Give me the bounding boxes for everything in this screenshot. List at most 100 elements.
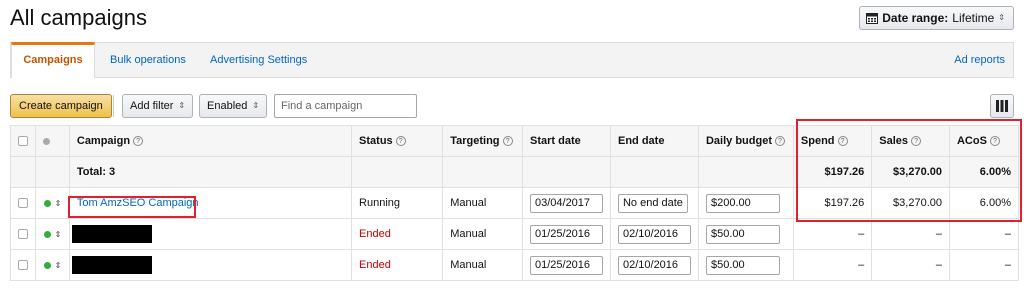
columns-icon [996, 100, 1008, 112]
daily-budget-input[interactable]: $200.00 [705, 193, 780, 213]
targeting-cell: Manual [442, 249, 523, 281]
end-date-cell: 02/10/2016 [609, 249, 699, 281]
targeting-cell: Manual [442, 218, 523, 250]
toolbar: Create campaign Add filter ⇕ Enabled ⇕ [10, 93, 1014, 119]
calendar-icon [866, 13, 879, 24]
date-range-label: Date range: [882, 11, 949, 25]
updown-icon: ⇕ [178, 101, 186, 110]
start-date-input[interactable]: 01/25/2016 [529, 255, 603, 275]
status-cell: Running [351, 187, 444, 219]
daily-budget-input[interactable]: $50.00 [705, 255, 780, 275]
tab-ad-reports[interactable]: Ad reports [954, 43, 1005, 78]
header-start-date[interactable]: Start date [521, 125, 611, 157]
campaign-name-cell [68, 249, 353, 281]
add-filter-label: Add filter [130, 100, 174, 112]
total-cell-empty [351, 156, 444, 188]
date-range-button[interactable]: Date range: Lifetime ⇕ [859, 6, 1014, 30]
enabled-dot-icon [43, 230, 51, 238]
header-status[interactable]: Status? [351, 125, 444, 157]
add-filter-button[interactable]: Add filter ⇕ [122, 94, 194, 118]
columns-button[interactable] [990, 94, 1014, 118]
tab-bulk-operations[interactable]: Bulk operations [110, 43, 186, 78]
updown-icon: ⇕ [252, 101, 260, 110]
end-date-cell: 02/10/2016 [609, 218, 699, 250]
header-end-date[interactable]: End date [609, 125, 699, 157]
header-campaign-label: Campaign [76, 135, 131, 147]
header-campaign[interactable]: Campaign? [68, 125, 353, 157]
daily-budget-input[interactable]: $50.00 [705, 224, 780, 244]
tab-bar: Campaigns Bulk operations Advertising Se… [10, 42, 1014, 78]
spend-cell: – [792, 249, 873, 281]
status-cell: Ended [351, 249, 444, 281]
metrics-highlight-box [796, 119, 1022, 222]
toolbar-divider [113, 95, 114, 117]
table-row: ⇕ Ended Manual 01/25/2016 02/10/2016 $50… [10, 218, 1020, 250]
date-range-value: Lifetime [952, 11, 995, 25]
redacted-campaign-name [71, 256, 152, 274]
row-select-cell[interactable] [10, 218, 36, 250]
row-state-cell[interactable]: ⇕ [35, 218, 70, 250]
status-dot-header [35, 125, 70, 157]
redacted-campaign-name [71, 225, 152, 243]
table-row: ⇕ Ended Manual 01/25/2016 02/10/2016 $50… [10, 249, 1020, 281]
enabled-filter-label: Enabled [207, 100, 248, 112]
start-date-input[interactable]: 03/04/2017 [529, 193, 603, 213]
enabled-dot-icon [43, 261, 51, 269]
header-daily-budget-label: Daily budget [705, 135, 772, 147]
header-targeting-label: Targeting [450, 135, 500, 147]
updown-icon: ⇕ [998, 13, 1005, 22]
start-date-input[interactable]: 01/25/2016 [529, 224, 603, 244]
row-state-cell[interactable]: ⇕ [35, 249, 70, 281]
row-checkbox[interactable] [18, 260, 28, 271]
total-cell-empty [521, 156, 611, 188]
acos-cell: – [948, 218, 1020, 250]
start-date-cell: 01/25/2016 [521, 218, 611, 250]
end-date-cell: No end date [609, 187, 699, 219]
find-campaign-input[interactable] [274, 94, 417, 118]
create-campaign-button[interactable]: Create campaign [10, 94, 112, 118]
row-state-cell[interactable]: ⇕ [35, 187, 70, 219]
row-select-cell[interactable] [10, 187, 36, 219]
status-dot-icon [43, 137, 50, 145]
daily-budget-cell: $50.00 [697, 218, 794, 250]
start-date-cell: 03/04/2017 [521, 187, 611, 219]
enabled-filter-dropdown[interactable]: Enabled ⇕ [199, 94, 268, 118]
updown-icon[interactable]: ⇕ [55, 261, 62, 270]
sales-cell: – [871, 249, 950, 281]
daily-budget-cell: $50.00 [697, 249, 794, 281]
end-date-input[interactable]: No end date [617, 193, 688, 213]
end-date-input[interactable]: 02/10/2016 [617, 255, 691, 275]
updown-icon[interactable]: ⇕ [55, 199, 62, 208]
help-icon[interactable]: ? [395, 136, 406, 147]
campaign-name-cell [68, 218, 353, 250]
page-title: All campaigns [10, 5, 147, 30]
end-date-input[interactable]: 02/10/2016 [617, 224, 691, 244]
start-date-cell: 01/25/2016 [521, 249, 611, 281]
total-label: Total: 3 [68, 156, 353, 188]
tab-campaigns[interactable]: Campaigns [11, 42, 95, 78]
sales-cell: – [871, 218, 950, 250]
row-checkbox[interactable] [18, 198, 28, 209]
help-icon[interactable]: ? [775, 136, 785, 147]
header-status-label: Status [359, 135, 393, 147]
updown-icon[interactable]: ⇕ [55, 230, 62, 239]
enabled-dot-icon [43, 199, 51, 207]
total-cell-empty [442, 156, 523, 188]
total-cell-empty [609, 156, 699, 188]
campaign-highlight-box [68, 196, 196, 218]
select-all-cell[interactable] [10, 125, 36, 157]
row-checkbox[interactable] [18, 229, 28, 240]
acos-cell: – [948, 249, 1020, 281]
spend-cell: – [792, 218, 873, 250]
total-cell-empty [35, 156, 70, 188]
help-icon[interactable]: ? [133, 136, 144, 147]
header-targeting[interactable]: Targeting? [442, 125, 523, 157]
status-cell: Ended [351, 218, 444, 250]
tab-advertising-settings[interactable]: Advertising Settings [210, 43, 307, 78]
daily-budget-cell: $200.00 [697, 187, 794, 219]
row-select-cell[interactable] [10, 249, 36, 281]
total-cell-empty [697, 156, 794, 188]
header-daily-budget[interactable]: Daily budget? [697, 125, 794, 157]
help-icon[interactable]: ? [502, 136, 513, 147]
select-all-checkbox[interactable] [18, 136, 28, 147]
